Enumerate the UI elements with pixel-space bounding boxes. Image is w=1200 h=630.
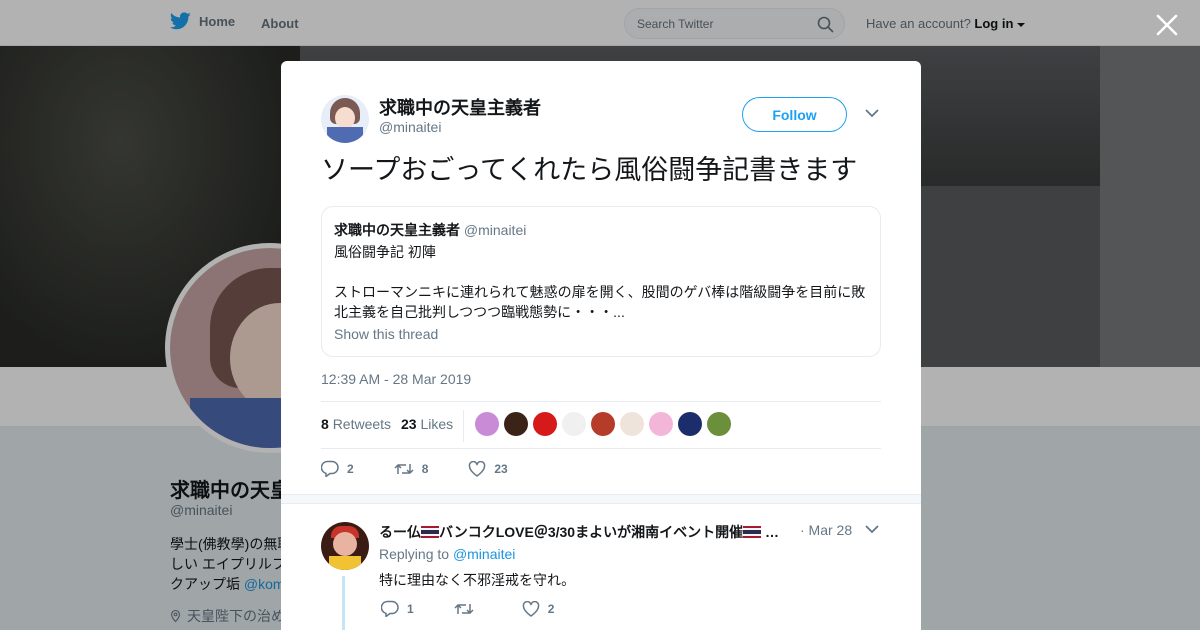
reply-author-prefix: るー仏 (379, 524, 421, 540)
quote-author-handle: @minaitei (463, 222, 527, 238)
reply-author-middle: バンコクLOVE＠3/30まよいが湘南イベント開催 (439, 524, 744, 540)
liker-avatars (475, 412, 731, 436)
replying-to-handle[interactable]: @minaitei (453, 546, 515, 562)
like-count: 23 (494, 461, 508, 476)
close-icon[interactable] (1155, 13, 1179, 37)
replying-to-label: Replying to (379, 546, 450, 562)
stats-divider (463, 410, 464, 442)
author-name[interactable]: 求職中の天皇主義者 (379, 94, 541, 120)
author-handle[interactable]: @minaitei (379, 119, 441, 135)
retweets-label: Retweets (332, 416, 392, 432)
heart-icon (469, 460, 486, 477)
liker-avatar[interactable] (620, 412, 644, 436)
reply-actions: 1 2 (381, 600, 594, 617)
quote-text: 風俗闘争記 初陣 ストローマンニキに連れられて魅惑の扉を開く、股間のゲバ棒は階級… (334, 244, 866, 320)
retweet-count: 8 (421, 461, 429, 476)
reply-action[interactable]: 1 (381, 600, 414, 617)
chevron-down-icon[interactable] (865, 524, 879, 534)
tweet-text: ソープおごってくれたら風俗闘争記書きます (321, 155, 858, 185)
tweet-modal: 求職中の天皇主義者 @minaitei Follow ソープおごってくれたら風俗… (281, 61, 921, 630)
replying-to: Replying to @minaitei (379, 546, 515, 562)
tweet-stats: 8 Retweets 23 Likes (321, 401, 881, 449)
reply-count: 2 (347, 461, 354, 476)
section-separator (281, 494, 921, 504)
like-count: 2 (547, 601, 555, 616)
tweet-actions: 2 8 23 (321, 460, 548, 477)
reply-date[interactable]: · Mar 28 (800, 522, 852, 538)
quote-header: 求職中の天皇主義者 @minaitei (334, 221, 868, 239)
quote-author-name: 求職中の天皇主義者 (334, 222, 460, 238)
retweet-icon (454, 603, 474, 614)
retweets-stat[interactable]: 8 Retweets (321, 416, 391, 432)
thread-line (342, 576, 345, 630)
reply-author-avatar[interactable] (321, 522, 369, 570)
reply-tweet[interactable]: るー仏 バンコクLOVE＠3/30まよいが湘南イベント開催 … · Mar 28 … (281, 504, 921, 630)
reply-text: 特に理由なく不邪淫戒を守れ。 (379, 572, 576, 588)
thai-flag-icon (421, 526, 439, 538)
like-action[interactable]: 2 (522, 600, 555, 617)
author-avatar[interactable] (321, 95, 369, 143)
thai-flag-icon (743, 526, 762, 538)
liker-avatar[interactable] (678, 412, 702, 436)
liker-avatar[interactable] (533, 412, 557, 436)
liker-avatar[interactable] (591, 412, 615, 436)
heart-icon (522, 600, 539, 617)
chevron-down-icon[interactable] (865, 108, 879, 118)
liker-avatar[interactable] (504, 412, 528, 436)
likes-label: Likes (420, 416, 454, 432)
follow-button[interactable]: Follow (742, 97, 847, 132)
reply-icon (321, 460, 339, 477)
retweet-icon (394, 463, 414, 474)
tweet-timestamp[interactable]: 12:39 AM - 28 Mar 2019 (321, 371, 471, 387)
likes-stat[interactable]: 23 Likes (401, 416, 453, 432)
show-thread-link[interactable]: Show this thread (334, 326, 868, 342)
reply-author-name[interactable]: るー仏 バンコクLOVE＠3/30まよいが湘南イベント開催 … (379, 522, 779, 542)
liker-avatar[interactable] (707, 412, 731, 436)
retweet-action[interactable] (454, 600, 482, 617)
liker-avatar[interactable] (562, 412, 586, 436)
reply-author-suffix: … (761, 524, 779, 540)
liker-avatar[interactable] (649, 412, 673, 436)
retweets-count: 8 (321, 416, 329, 432)
reply-icon (381, 600, 399, 617)
likes-count: 23 (401, 416, 417, 432)
liker-avatar[interactable] (475, 412, 499, 436)
retweet-action[interactable]: 8 (394, 460, 429, 477)
reply-action[interactable]: 2 (321, 460, 354, 477)
quoted-tweet[interactable]: 求職中の天皇主義者 @minaitei 風俗闘争記 初陣 ストローマンニキに連れ… (321, 206, 881, 357)
like-action[interactable]: 23 (468, 460, 508, 477)
reply-count: 1 (407, 601, 414, 616)
